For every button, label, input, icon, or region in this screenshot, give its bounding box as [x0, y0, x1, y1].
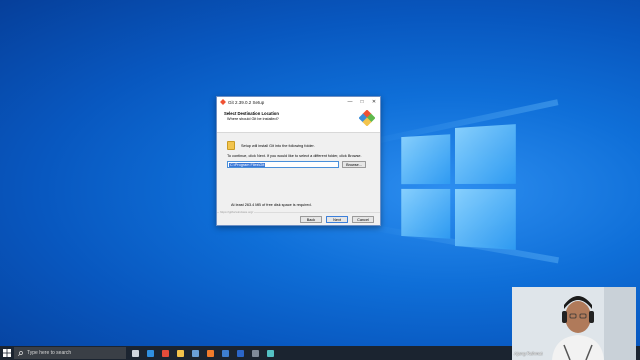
chrome-icon[interactable]: [159, 346, 171, 360]
app-icon-glyph: [251, 349, 259, 357]
minimize-button[interactable]: —: [344, 97, 356, 107]
taskbar-search[interactable]: Type here to search: [14, 347, 126, 359]
photos-icon-glyph: [191, 349, 199, 357]
terminal-icon[interactable]: [219, 346, 231, 360]
file-explorer-icon-glyph: [176, 349, 184, 357]
edge-icon[interactable]: [144, 346, 156, 360]
header-subtitle: Where should Git be installed?: [227, 117, 279, 121]
back-button[interactable]: Back: [300, 216, 322, 223]
search-placeholder: Type here to search: [27, 350, 72, 356]
header-title: Select Destination Location: [224, 111, 279, 116]
word-icon[interactable]: [234, 346, 246, 360]
terminal-icon-glyph: [221, 349, 229, 357]
task-view-icon[interactable]: [129, 346, 141, 360]
dialog-header: Select Destination Location Where should…: [217, 107, 380, 133]
browse-button[interactable]: Browse...: [342, 161, 366, 168]
git-logo-icon: [359, 110, 375, 126]
git-setup-dialog: Git 2.39.0.2 Setup — □ ✕ Select Destinat…: [216, 96, 381, 226]
dialog-title: Git 2.39.0.2 Setup: [228, 99, 265, 105]
webcam-overlay: Ajang Rahmat: [512, 287, 636, 360]
destination-path-input[interactable]: C:\Program Files\Git: [227, 161, 339, 168]
word-icon-glyph: [236, 349, 244, 357]
windows-logo-pane: [455, 124, 516, 184]
dialog-body: Setup will install Git into the followin…: [217, 133, 380, 215]
dialog-titlebar[interactable]: Git 2.39.0.2 Setup — □ ✕: [217, 97, 380, 107]
windows-logo-pane: [455, 189, 516, 250]
folder-icon: [227, 141, 235, 150]
footer-url: https://gitforwindows.org/: [219, 210, 255, 214]
firefox-icon-glyph: [206, 349, 214, 357]
git-setup-icon[interactable]: [264, 346, 276, 360]
git-setup-icon-glyph: [266, 349, 274, 357]
maximize-button[interactable]: □: [356, 97, 368, 107]
edge-icon-glyph: [146, 349, 154, 357]
app-icon[interactable]: [249, 346, 261, 360]
firefox-icon[interactable]: [204, 346, 216, 360]
windows-logo-pane: [401, 188, 451, 239]
windows-start-icon: [3, 349, 11, 357]
disk-space-text: At least 263.4 MB of free disk space is …: [231, 203, 312, 207]
git-setup-icon: [220, 99, 226, 105]
photos-icon[interactable]: [189, 346, 201, 360]
file-explorer-icon[interactable]: [174, 346, 186, 360]
close-button[interactable]: ✕: [368, 97, 380, 107]
install-text: Setup will install Git into the followin…: [241, 143, 315, 148]
search-icon: [18, 350, 23, 356]
start-button[interactable]: [0, 346, 14, 360]
presenter-video: [512, 287, 636, 360]
path-value: C:\Program Files\Git: [229, 162, 266, 167]
chrome-icon-glyph: [161, 349, 169, 357]
windows-logo: [401, 124, 516, 250]
next-button[interactable]: Next: [326, 216, 348, 223]
task-view-icon-glyph: [131, 349, 139, 357]
cancel-button[interactable]: Cancel: [352, 216, 374, 223]
windows-logo-pane: [401, 134, 451, 185]
continue-text: To continue, click Next. If you would li…: [227, 154, 362, 158]
presenter-name: Ajang Rahmat: [514, 351, 543, 356]
dialog-footer: https://gitforwindows.org/ Back Next Can…: [217, 210, 380, 225]
